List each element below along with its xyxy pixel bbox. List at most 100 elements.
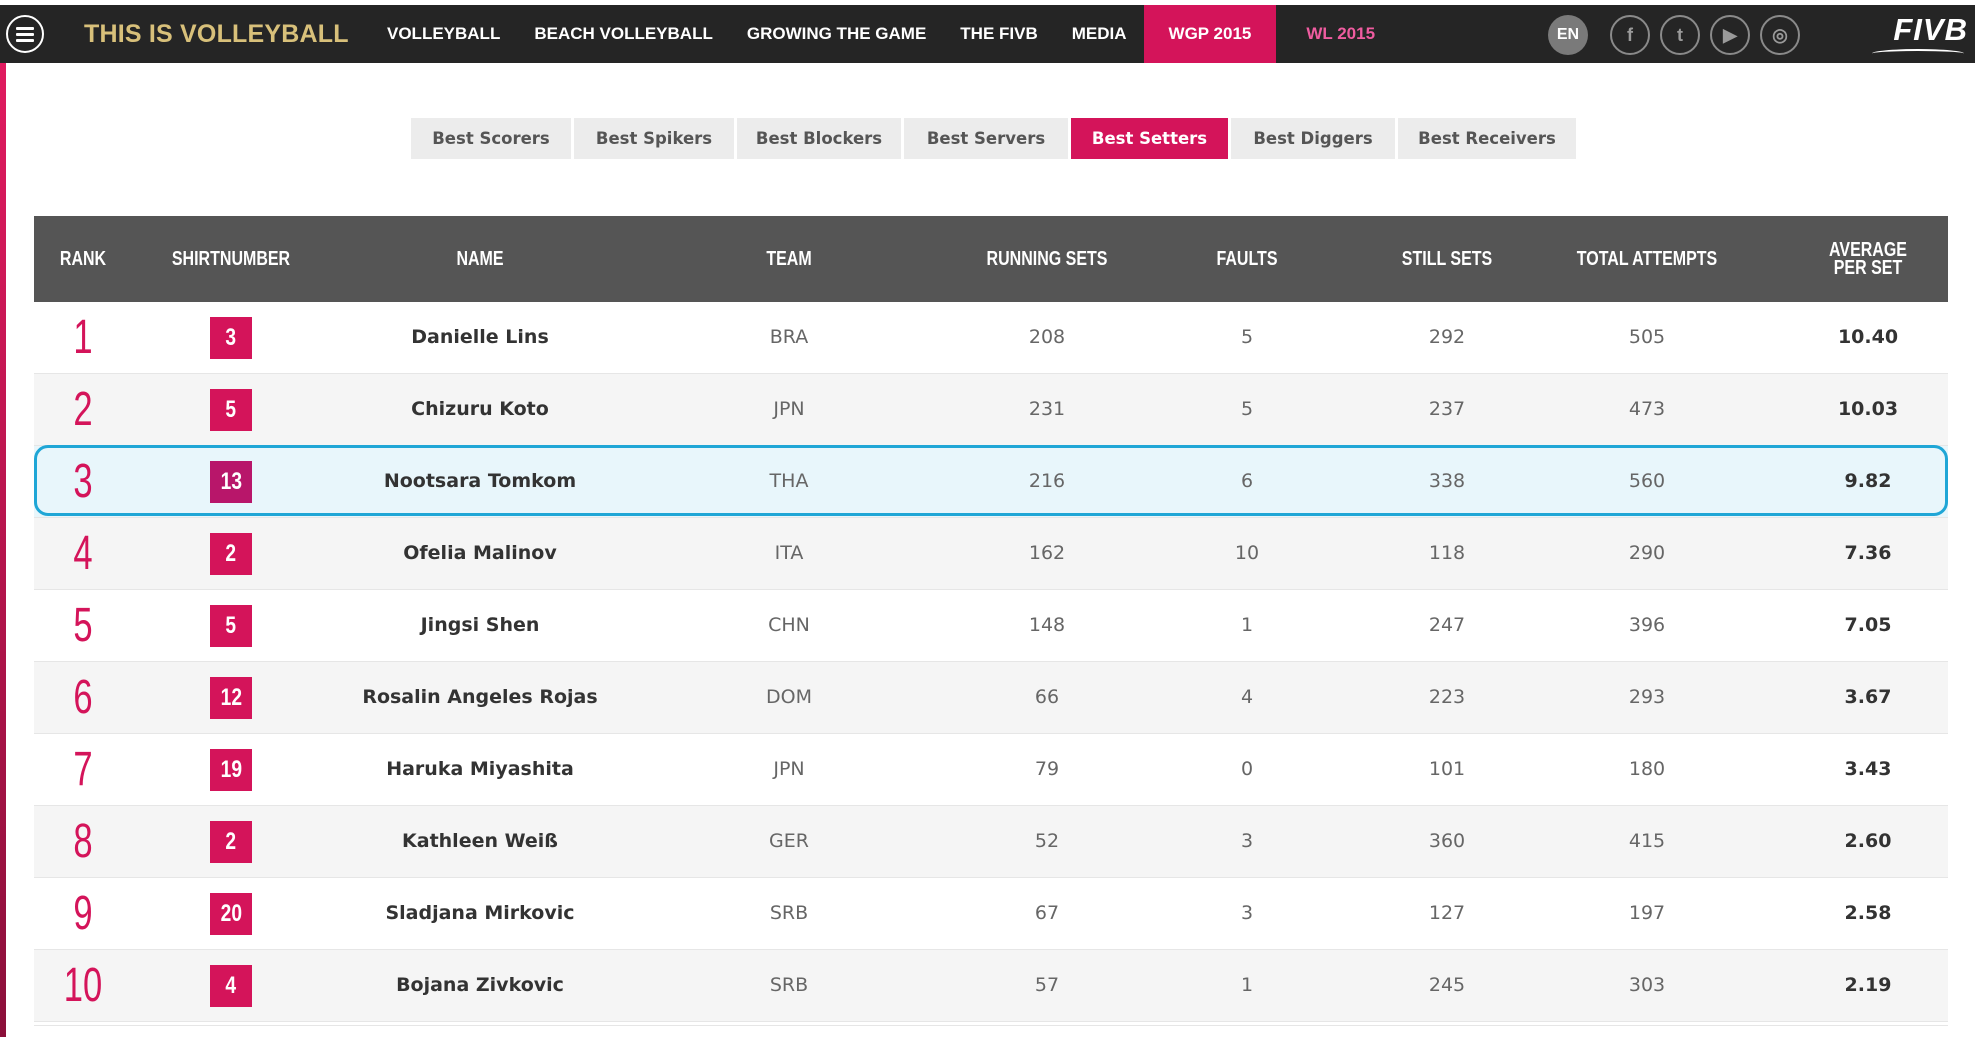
running-sets-cell: 66: [1034, 686, 1060, 708]
average-cell: 10.03: [1837, 398, 1899, 420]
table-row[interactable]: 3 13 Nootsara Tomkom THA 216 6 338 560 9.82: [34, 446, 1948, 518]
nav-item-the-fivb[interactable]: THE FIVB: [943, 5, 1054, 63]
name-cell[interactable]: Sladjana Mirkovic: [310, 878, 650, 949]
team-cell: ITA: [774, 542, 804, 564]
column-header-average-per-set[interactable]: AVERAGE PER SET: [1824, 216, 1912, 302]
team-cell: SRB: [769, 902, 809, 924]
name-cell[interactable]: Kathleen Weiß: [310, 806, 650, 877]
table-row-partial: [34, 1025, 1948, 1038]
average-cell: 2.58: [1844, 902, 1892, 924]
name-cell[interactable]: Nootsara Tomkom: [310, 446, 650, 517]
name-cell[interactable]: Bojana Zivkovic: [310, 950, 650, 1021]
column-header-shirtnumber[interactable]: SHIRTNUMBER: [151, 216, 311, 302]
shirt-number-text: 2: [225, 827, 237, 855]
nav-item-volleyball[interactable]: VOLLEYBALL: [370, 5, 517, 63]
tab-best-servers[interactable]: Best Servers: [904, 118, 1068, 159]
site-brand[interactable]: THIS IS VOLLEYBALL: [84, 5, 349, 63]
instagram-icon[interactable]: ◎: [1760, 15, 1800, 55]
fivb-logo[interactable]: FIVB: [1868, 11, 1968, 57]
team-cell: CHN: [768, 614, 810, 636]
rank-cell: 3: [73, 455, 93, 508]
shirt-number-badge: 2: [210, 820, 252, 863]
still-sets-cell: 247: [1428, 614, 1466, 636]
shirt-number-text: 5: [225, 611, 237, 639]
facebook-icon[interactable]: f: [1610, 15, 1650, 55]
name-cell[interactable]: Haruka Miyashita: [310, 734, 650, 805]
table-body: 1 3 Danielle Lins BRA 208 5 292 505 10.40 2 5 Chizu…: [34, 302, 1948, 1022]
tab-best-scorers[interactable]: Best Scorers: [411, 118, 571, 159]
faults-cell: 5: [1240, 398, 1254, 420]
rank-cell: 4: [73, 527, 93, 580]
shirt-number-text: 5: [225, 395, 237, 423]
table-row[interactable]: 8 2 Kathleen Weiß GER 52 3 360 415 2.60: [34, 806, 1948, 878]
shirt-number-cell: 2: [131, 518, 331, 589]
faults-cell: 3: [1240, 830, 1254, 852]
name-cell[interactable]: Jingsi Shen: [310, 590, 650, 661]
average-cell: 7.05: [1844, 614, 1892, 636]
faults-cell: 4: [1240, 686, 1254, 708]
average-cell: 9.82: [1844, 470, 1892, 492]
still-sets-cell: 245: [1428, 974, 1466, 996]
shirt-number-text: 19: [220, 755, 242, 783]
team-cell: JPN: [773, 398, 805, 420]
running-sets-cell: 162: [1028, 542, 1066, 564]
team-cell: SRB: [769, 974, 809, 996]
still-sets-cell: 223: [1428, 686, 1466, 708]
shirt-number-text: 2: [225, 539, 237, 567]
twitter-icon[interactable]: t: [1660, 15, 1700, 55]
nav-item-media[interactable]: MEDIA: [1055, 5, 1144, 63]
table-row[interactable]: 4 2 Ofelia Malinov ITA 162 10 118 290 7.36: [34, 518, 1948, 590]
youtube-icon[interactable]: ▶: [1710, 15, 1750, 55]
tab-best-blockers[interactable]: Best Blockers: [737, 118, 901, 159]
shirt-number-text: 3: [225, 323, 237, 351]
shirt-number-cell: 4: [131, 950, 331, 1021]
running-sets-cell: 52: [1034, 830, 1060, 852]
column-header-total-attempts[interactable]: TOTAL ATTEMPTS: [1555, 216, 1739, 302]
shirt-number-badge: 12: [210, 676, 252, 719]
column-header-faults[interactable]: FAULTS: [1183, 216, 1311, 302]
table-row[interactable]: 10 4 Bojana Zivkovic SRB 57 1 245 303 2.19: [34, 950, 1948, 1022]
name-cell[interactable]: Rosalin Angeles Rojas: [310, 662, 650, 733]
rank-cell: 2: [73, 383, 93, 436]
shirt-number-badge: 5: [210, 604, 252, 647]
total-attempts-cell: 396: [1628, 614, 1666, 636]
column-header-team[interactable]: TEAM: [725, 216, 853, 302]
table-row[interactable]: 1 3 Danielle Lins BRA 208 5 292 505 10.40: [34, 302, 1948, 374]
shirt-number-badge: 13: [210, 460, 252, 503]
still-sets-cell: 118: [1428, 542, 1466, 564]
table-row[interactable]: 9 20 Sladjana Mirkovic SRB 67 3 127 197 2.58: [34, 878, 1948, 950]
team-cell: BRA: [769, 326, 809, 348]
faults-cell: 1: [1240, 614, 1254, 636]
nav-item-growing-the-game[interactable]: GROWING THE GAME: [730, 5, 943, 63]
shirt-number-cell: 2: [131, 806, 331, 877]
table-row[interactable]: 7 19 Haruka Miyashita JPN 79 0 101 180 3.43: [34, 734, 1948, 806]
team-cell: DOM: [766, 686, 812, 708]
total-attempts-cell: 473: [1628, 398, 1666, 420]
table-row[interactable]: 2 5 Chizuru Koto JPN 231 5 237 473 10.03: [34, 374, 1948, 446]
column-header-rank[interactable]: RANK: [47, 216, 119, 302]
table-row[interactable]: 6 12 Rosalin Angeles Rojas DOM 66 4 223 293 3.67: [34, 662, 1948, 734]
rank-cell: 9: [73, 887, 93, 940]
nav-item-beach-volleyball[interactable]: BEACH VOLLEYBALL: [517, 5, 730, 63]
name-cell[interactable]: Ofelia Malinov: [310, 518, 650, 589]
column-header-still-sets[interactable]: STILL SETS: [1375, 216, 1519, 302]
still-sets-cell: 292: [1428, 326, 1466, 348]
name-cell[interactable]: Chizuru Koto: [310, 374, 650, 445]
main-nav: VOLLEYBALL BEACH VOLLEYBALL GROWING THE GA…: [370, 5, 1405, 63]
tab-best-setters[interactable]: Best Setters: [1071, 118, 1228, 159]
nav-item-wgp-2015[interactable]: WGP 2015: [1143, 5, 1277, 63]
tab-best-receivers[interactable]: Best Receivers: [1398, 118, 1576, 159]
name-cell[interactable]: Danielle Lins: [310, 302, 650, 373]
total-attempts-cell: 197: [1628, 902, 1666, 924]
column-header-running-sets[interactable]: RUNNING SETS: [959, 216, 1135, 302]
nav-item-wl-2015[interactable]: WL 2015: [1276, 5, 1405, 63]
table-row[interactable]: 5 5 Jingsi Shen CHN 148 1 247 396 7.05: [34, 590, 1948, 662]
hamburger-menu-icon[interactable]: [6, 15, 44, 53]
shirt-number-text: 4: [225, 971, 237, 999]
tab-best-spikers[interactable]: Best Spikers: [574, 118, 734, 159]
shirt-number-text: 20: [220, 899, 242, 927]
tab-best-diggers[interactable]: Best Diggers: [1231, 118, 1395, 159]
language-selector[interactable]: EN: [1548, 15, 1588, 55]
faults-cell: 1: [1240, 974, 1254, 996]
column-header-name[interactable]: NAME: [344, 216, 616, 302]
